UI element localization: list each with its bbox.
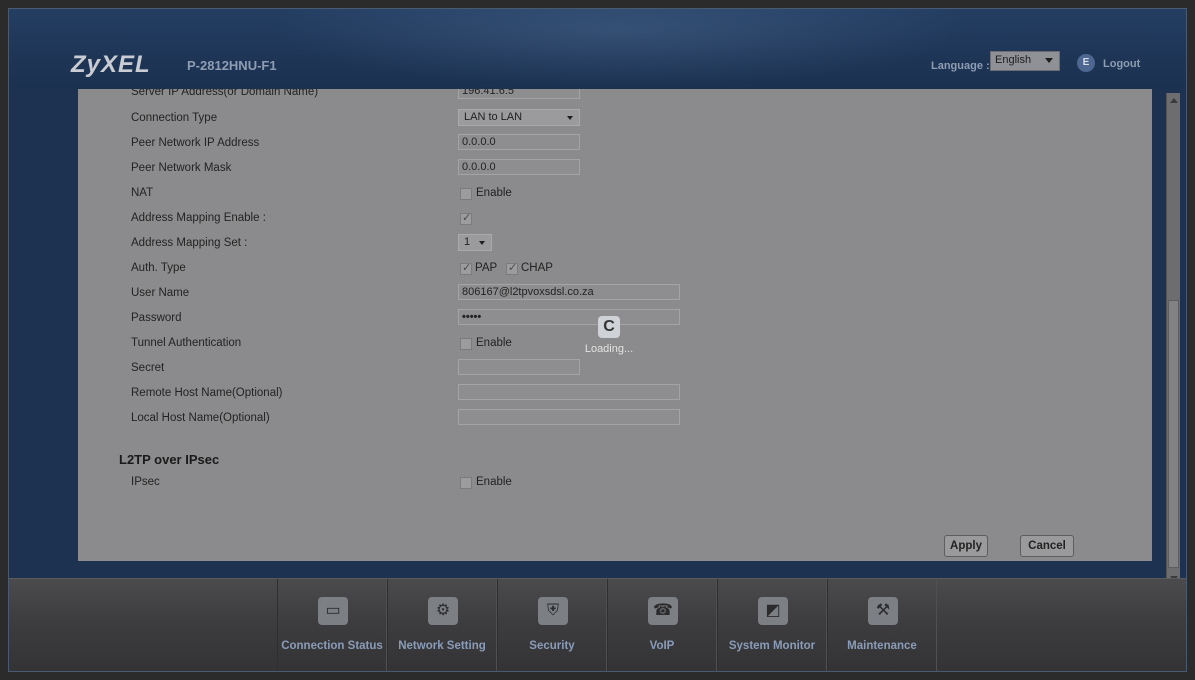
field-label: Peer Network Mask xyxy=(131,162,232,174)
nav-label: Security xyxy=(529,640,575,652)
nat-checkbox[interactable] xyxy=(460,188,472,200)
language-select-value: English xyxy=(995,54,1032,66)
nav-voip[interactable]: ☎ VoIP xyxy=(607,579,717,671)
pap-checkbox[interactable] xyxy=(460,261,472,275)
spinner-icon: C xyxy=(598,316,620,338)
monitor-icon: ◩ xyxy=(758,597,788,625)
user-name-input[interactable]: 806167@l2tpvoxsdsl.co.za xyxy=(458,284,680,300)
peer-mask-input[interactable]: 0.0.0.0 xyxy=(458,159,580,175)
logout-link[interactable]: Logout xyxy=(1103,58,1140,70)
brand-logo: ZyXEL xyxy=(71,51,151,78)
scroll-up-icon[interactable] xyxy=(1170,98,1178,103)
address-mapping-checkbox[interactable] xyxy=(460,211,472,225)
password-input[interactable]: ••••• xyxy=(458,309,680,325)
language-label: Language : xyxy=(931,60,990,72)
router-admin-frame: ZyXEL P-2812HNU-F1 Language : English E … xyxy=(8,8,1187,672)
nav-connection-status[interactable]: ▭ Connection Status xyxy=(277,579,387,671)
field-label: Auth. Type xyxy=(131,262,186,274)
nav-maintenance[interactable]: ⚒ Maintenance xyxy=(827,579,937,671)
connection-status-icon: ▭ xyxy=(318,597,348,625)
chevron-down-icon xyxy=(567,116,573,120)
checkbox-label: CHAP xyxy=(521,262,553,274)
cancel-button[interactable]: Cancel xyxy=(1020,535,1074,557)
chap-checkbox[interactable] xyxy=(506,261,518,275)
loading-text: Loading... xyxy=(584,343,634,355)
field-label: Remote Host Name(Optional) xyxy=(131,387,283,399)
language-select[interactable]: English xyxy=(990,51,1060,71)
remote-host-input[interactable] xyxy=(458,384,680,400)
peer-ip-input[interactable]: 0.0.0.0 xyxy=(458,134,580,150)
field-label: Tunnel Authentication xyxy=(131,337,242,349)
model-name: P-2812HNU-F1 xyxy=(187,58,277,73)
bottom-navigation: ▭ Connection Status ⚙ Network Setting ⛨ … xyxy=(9,578,1186,671)
field-label: Server IP Address(or Domain Name) xyxy=(131,89,319,98)
field-label: Peer Network IP Address xyxy=(131,137,260,149)
loading-indicator: C Loading... xyxy=(574,316,644,355)
tunnel-auth-checkbox[interactable] xyxy=(460,338,472,350)
phone-icon: ☎ xyxy=(648,597,678,625)
address-mapping-set-select[interactable]: 1 xyxy=(458,234,492,251)
logout-icon[interactable]: E xyxy=(1077,54,1095,72)
select-value: LAN to LAN xyxy=(464,111,523,123)
nav-label: Maintenance xyxy=(847,640,917,652)
field-label: Local Host Name(Optional) xyxy=(131,412,270,424)
nav-label: System Monitor xyxy=(728,640,816,652)
field-label: Address Mapping Enable : xyxy=(131,212,266,224)
field-label: IPsec xyxy=(131,476,160,488)
scrollbar[interactable] xyxy=(1166,93,1180,587)
header-glow xyxy=(269,9,969,89)
server-ip-input[interactable]: 196.41.6.5 xyxy=(458,89,580,99)
nav-label: Network Setting xyxy=(398,640,486,652)
shield-icon: ⛨ xyxy=(538,597,568,625)
nav-network-setting[interactable]: ⚙ Network Setting xyxy=(387,579,497,671)
chevron-down-icon xyxy=(1045,58,1053,63)
field-label: NAT xyxy=(131,187,154,199)
field-label: Password xyxy=(131,312,182,324)
secret-input[interactable] xyxy=(458,359,580,375)
connection-type-select[interactable]: LAN to LAN xyxy=(458,109,580,126)
checkbox-label: Enable xyxy=(476,476,512,488)
field-label: Secret xyxy=(131,362,165,374)
ipsec-checkbox[interactable] xyxy=(460,477,472,489)
nav-system-monitor[interactable]: ◩ System Monitor xyxy=(717,579,827,671)
section-title: L2TP over IPsec xyxy=(119,452,220,467)
checkbox-label: Enable xyxy=(476,337,512,349)
field-label: User Name xyxy=(131,287,190,299)
tools-icon: ⚒ xyxy=(868,597,898,625)
checkbox-label: PAP xyxy=(475,262,498,274)
checkbox-label: Enable xyxy=(476,187,512,199)
field-label: Address Mapping Set : xyxy=(131,237,248,249)
apply-button[interactable]: Apply xyxy=(944,535,988,557)
field-label: Connection Type xyxy=(131,112,218,124)
nav-security[interactable]: ⛨ Security xyxy=(497,579,607,671)
select-value: 1 xyxy=(464,236,471,248)
scrollbar-thumb[interactable] xyxy=(1168,300,1179,568)
nav-label: VoIP xyxy=(649,640,675,652)
gear-icon: ⚙ xyxy=(428,597,458,625)
chevron-down-icon xyxy=(479,241,485,245)
local-host-input[interactable] xyxy=(458,409,680,425)
nav-label: Connection Status xyxy=(281,640,383,652)
top-header: ZyXEL P-2812HNU-F1 Language : English E … xyxy=(9,9,1186,89)
